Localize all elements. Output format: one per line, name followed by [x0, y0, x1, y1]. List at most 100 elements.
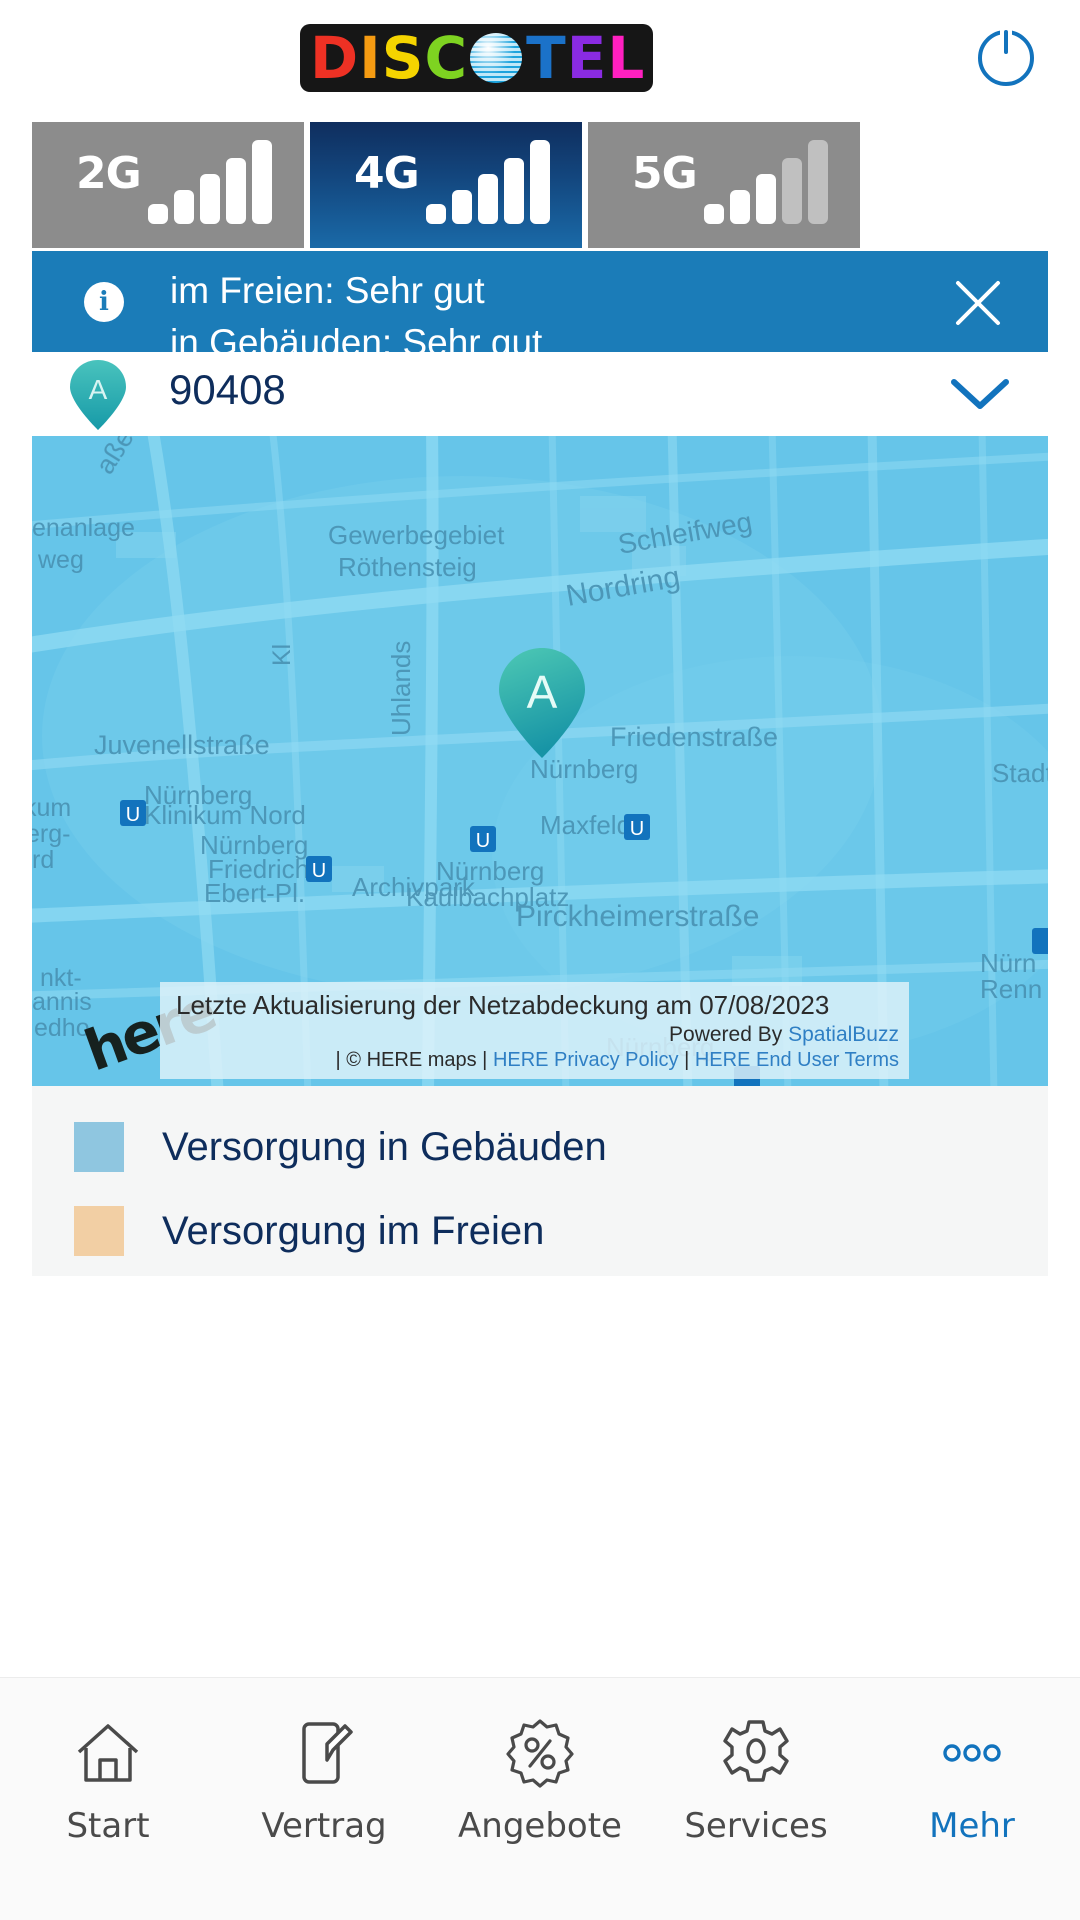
- signal-bars-2g: [148, 138, 272, 224]
- signal-bars-5g: [704, 138, 828, 224]
- tab-4g-label: 4G: [354, 148, 420, 199]
- signal-bars-4g: [426, 138, 550, 224]
- signal-bar-empty: [782, 158, 802, 224]
- chevron-down-icon[interactable]: [948, 374, 1012, 414]
- coverage-info-banner: i im Freien: Sehr gut in Gebäuden: Sehr …: [32, 251, 1048, 363]
- contract-pen-icon: [287, 1714, 361, 1792]
- nav-item-start[interactable]: Start: [0, 1678, 216, 1920]
- svg-text:enanlage: enanlage: [32, 514, 135, 542]
- logo-letter-d: D: [310, 24, 358, 92]
- svg-text:weg: weg: [37, 546, 84, 574]
- signal-bar: [730, 190, 750, 224]
- bottom-navigation: Start Vertrag Angebote Services Mehr: [0, 1677, 1080, 1920]
- svg-text:Kl: Kl: [268, 644, 296, 666]
- discotel-logo: D I S C T E L: [303, 24, 651, 92]
- here-end-user-terms-link[interactable]: HERE End User Terms: [695, 1049, 899, 1071]
- coverage-map[interactable]: Gewerbegebiet Röthensteig Schleifweg Nor…: [32, 436, 1048, 1086]
- percent-badge-icon: [503, 1714, 577, 1792]
- map-update-text: Letzte Aktualisierung der Netzabdeckung …: [176, 990, 830, 1020]
- gear-icon: [719, 1714, 793, 1792]
- logo-letter-o-discoball: [470, 33, 522, 83]
- svg-text:Juvenellstraße: Juvenellstraße: [94, 730, 270, 760]
- svg-text:rd: rd: [32, 846, 54, 874]
- nav-label-mehr: Mehr: [929, 1806, 1015, 1846]
- close-icon[interactable]: [952, 277, 1004, 329]
- signal-bar: [200, 174, 220, 224]
- signal-bar: [252, 140, 272, 224]
- tab-4g[interactable]: 4G: [310, 122, 582, 248]
- svg-text:A: A: [89, 374, 108, 405]
- svg-text:U: U: [312, 860, 326, 882]
- spatialbuzz-link[interactable]: SpatialBuzz: [788, 1023, 899, 1046]
- legend-swatch-outdoor: [74, 1206, 124, 1256]
- svg-text:erg-: erg-: [32, 820, 70, 848]
- zip-code-value: 90408: [169, 366, 286, 413]
- app-header: D I S C T E L: [0, 0, 1080, 118]
- map-powered-by: Powered By SpatialBuzz: [160, 1023, 909, 1049]
- svg-text:kum: kum: [32, 794, 71, 822]
- nav-label-angebote: Angebote: [458, 1806, 622, 1846]
- signal-bar: [174, 190, 194, 224]
- tab-5g-label: 5G: [632, 148, 698, 199]
- here-copyright: | © HERE maps |: [335, 1049, 493, 1071]
- location-selector-row[interactable]: A 90408: [32, 352, 1048, 436]
- svg-text:Renn: Renn: [980, 974, 1042, 1004]
- svg-text:U: U: [126, 804, 140, 826]
- svg-text:Klinikum Nord: Klinikum Nord: [144, 800, 306, 830]
- logo-letter-t: T: [526, 24, 566, 92]
- legend-label-indoor: Versorgung in Gebäuden: [162, 1124, 607, 1169]
- signal-bar: [452, 190, 472, 224]
- location-pin-icon: A: [66, 357, 130, 433]
- info-icon: i: [84, 282, 124, 322]
- logo-letter-e: E: [566, 24, 607, 92]
- tab-2g-label: 2G: [76, 148, 142, 199]
- map-attribution: Letzte Aktualisierung der Netzabdeckung …: [160, 982, 909, 1079]
- signal-bar-empty: [808, 140, 828, 224]
- signal-bar: [504, 158, 524, 224]
- signal-bar: [226, 158, 246, 224]
- nav-item-vertrag[interactable]: Vertrag: [216, 1678, 432, 1920]
- powered-by-label: Powered By: [669, 1023, 789, 1046]
- tab-2g[interactable]: 2G: [32, 122, 304, 248]
- svg-text:Gewerbegebiet: Gewerbegebiet: [328, 520, 505, 550]
- nav-label-vertrag: Vertrag: [261, 1806, 387, 1846]
- signal-bar: [478, 174, 498, 224]
- nav-label-services: Services: [684, 1806, 828, 1846]
- logo-letter-s: S: [381, 24, 424, 92]
- power-icon[interactable]: [974, 24, 1038, 88]
- more-dots-icon: [935, 1714, 1009, 1792]
- svg-text:U: U: [630, 818, 644, 840]
- map-legal-links: | © HERE maps | HERE Privacy Policy | HE…: [160, 1049, 909, 1079]
- legend-label-outdoor: Versorgung im Freien: [162, 1208, 545, 1253]
- logo-letter-l: L: [607, 24, 644, 92]
- svg-text:Stadtp: Stadtp: [992, 758, 1048, 788]
- signal-bar: [756, 174, 776, 224]
- svg-text:Maxfeld: Maxfeld: [540, 810, 631, 840]
- legend-swatch-indoor: [74, 1122, 124, 1172]
- legend-item-outdoor: Versorgung im Freien: [74, 1206, 544, 1256]
- logo-letter-c: C: [424, 24, 468, 92]
- tab-5g[interactable]: 5G: [588, 122, 860, 248]
- here-privacy-policy-link[interactable]: HERE Privacy Policy: [493, 1049, 679, 1071]
- coverage-outdoor-text: im Freien: Sehr gut: [170, 270, 485, 311]
- signal-bar: [426, 204, 446, 224]
- svg-text:A: A: [527, 666, 558, 718]
- nav-item-angebote[interactable]: Angebote: [432, 1678, 648, 1920]
- nav-label-start: Start: [66, 1806, 150, 1846]
- nav-item-services[interactable]: Services: [648, 1678, 864, 1920]
- signal-bar: [704, 204, 724, 224]
- svg-text:Pirckheimerstraße: Pirckheimerstraße: [516, 900, 759, 933]
- nav-item-mehr[interactable]: Mehr: [864, 1678, 1080, 1920]
- svg-text:U: U: [476, 830, 490, 852]
- network-technology-tabs: 2G 4G 5G: [32, 122, 1048, 248]
- home-icon: [71, 1714, 145, 1792]
- signal-bar: [530, 140, 550, 224]
- svg-text:Friedenstraße: Friedenstraße: [610, 722, 778, 752]
- legend-item-indoor: Versorgung in Gebäuden: [74, 1122, 607, 1172]
- svg-text:Ebert-Pl.: Ebert-Pl.: [204, 878, 305, 908]
- coverage-legend: Versorgung in Gebäuden Versorgung im Fre…: [32, 1086, 1048, 1276]
- svg-text:Röthensteig: Röthensteig: [338, 552, 477, 582]
- map-location-pin: A: [494, 644, 590, 762]
- legal-separator: |: [678, 1049, 695, 1071]
- logo-letter-i: I: [359, 24, 381, 92]
